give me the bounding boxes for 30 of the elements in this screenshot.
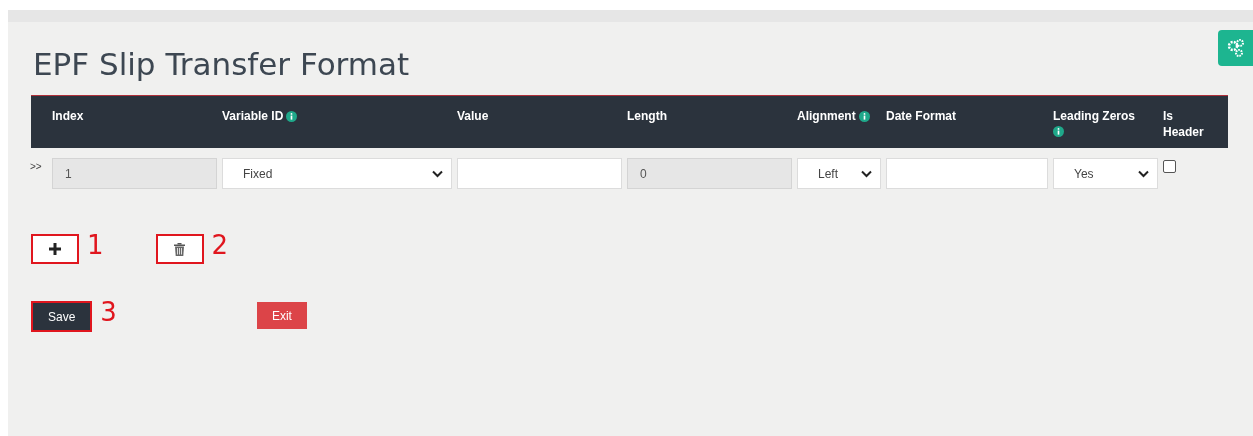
save-button[interactable]: Save xyxy=(33,303,91,330)
column-header: Leading Zeros xyxy=(1053,108,1135,124)
row-marker: >> xyxy=(30,160,43,174)
text-field[interactable] xyxy=(457,158,622,189)
column-header: Alignment xyxy=(797,108,856,124)
annotation-number: 1 xyxy=(87,232,104,258)
chevron-down-icon xyxy=(861,169,872,178)
info-icon xyxy=(1053,126,1064,137)
info-icon xyxy=(858,110,870,122)
column-header: Length xyxy=(627,108,667,124)
dropdown-select[interactable]: Left xyxy=(797,158,881,189)
column-header: Variable ID xyxy=(222,108,284,124)
annotation-number: 3 xyxy=(100,299,117,325)
column-header: Is Header xyxy=(1163,108,1203,140)
dropdown-select[interactable]: Yes xyxy=(1053,158,1158,189)
checkbox[interactable] xyxy=(1163,160,1176,173)
column-header: Index xyxy=(52,108,84,124)
chevron-down-icon xyxy=(1138,169,1149,178)
trash-icon xyxy=(174,242,186,256)
plus-icon xyxy=(49,243,61,255)
annotation-number: 2 xyxy=(211,232,229,258)
chevron-down-icon xyxy=(432,169,443,178)
text-field[interactable] xyxy=(886,158,1048,189)
dropdown-select[interactable]: Fixed xyxy=(222,158,452,189)
page-title: EPF Slip Transfer Format xyxy=(33,49,410,80)
exit-button[interactable]: Exit xyxy=(256,302,307,329)
column-header: Value xyxy=(457,108,489,124)
info-icon xyxy=(286,110,298,122)
gears-icon xyxy=(1225,38,1246,58)
column-header: Date Format xyxy=(886,108,956,124)
